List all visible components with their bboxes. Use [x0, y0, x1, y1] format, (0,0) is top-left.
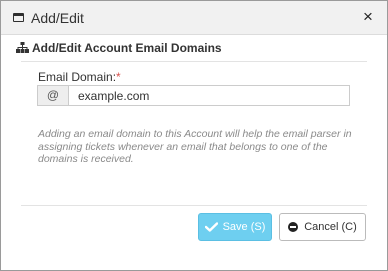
help-text: Adding an email domain to this Account w… [38, 128, 352, 165]
sitemap-icon [16, 42, 29, 53]
section-title: Add/Edit Account Email Domains [32, 41, 222, 55]
add-edit-dialog: Add/Edit × Add/Edit Account Email Domain… [0, 0, 388, 271]
cancel-button-label: Cancel (C) [304, 221, 357, 233]
save-button[interactable]: Save (S) [198, 213, 272, 241]
close-icon[interactable]: × [359, 8, 377, 26]
email-domain-label-text: Email Domain: [38, 70, 117, 84]
section-divider [21, 61, 367, 62]
email-domain-input-group: @ [37, 85, 350, 106]
cancel-button[interactable]: Cancel (C) [279, 213, 366, 241]
required-marker: * [116, 70, 121, 84]
check-icon [204, 222, 218, 232]
email-domain-input[interactable] [69, 86, 349, 105]
dialog-titlebar: Add/Edit × [1, 1, 387, 35]
dialog-title: Add/Edit [31, 10, 84, 26]
at-addon: @ [38, 86, 69, 105]
footer-divider [21, 205, 367, 206]
ban-icon [288, 222, 299, 232]
save-button-label: Save (S) [222, 221, 266, 233]
window-icon [13, 13, 24, 22]
email-domain-label: Email Domain:* [38, 70, 121, 84]
